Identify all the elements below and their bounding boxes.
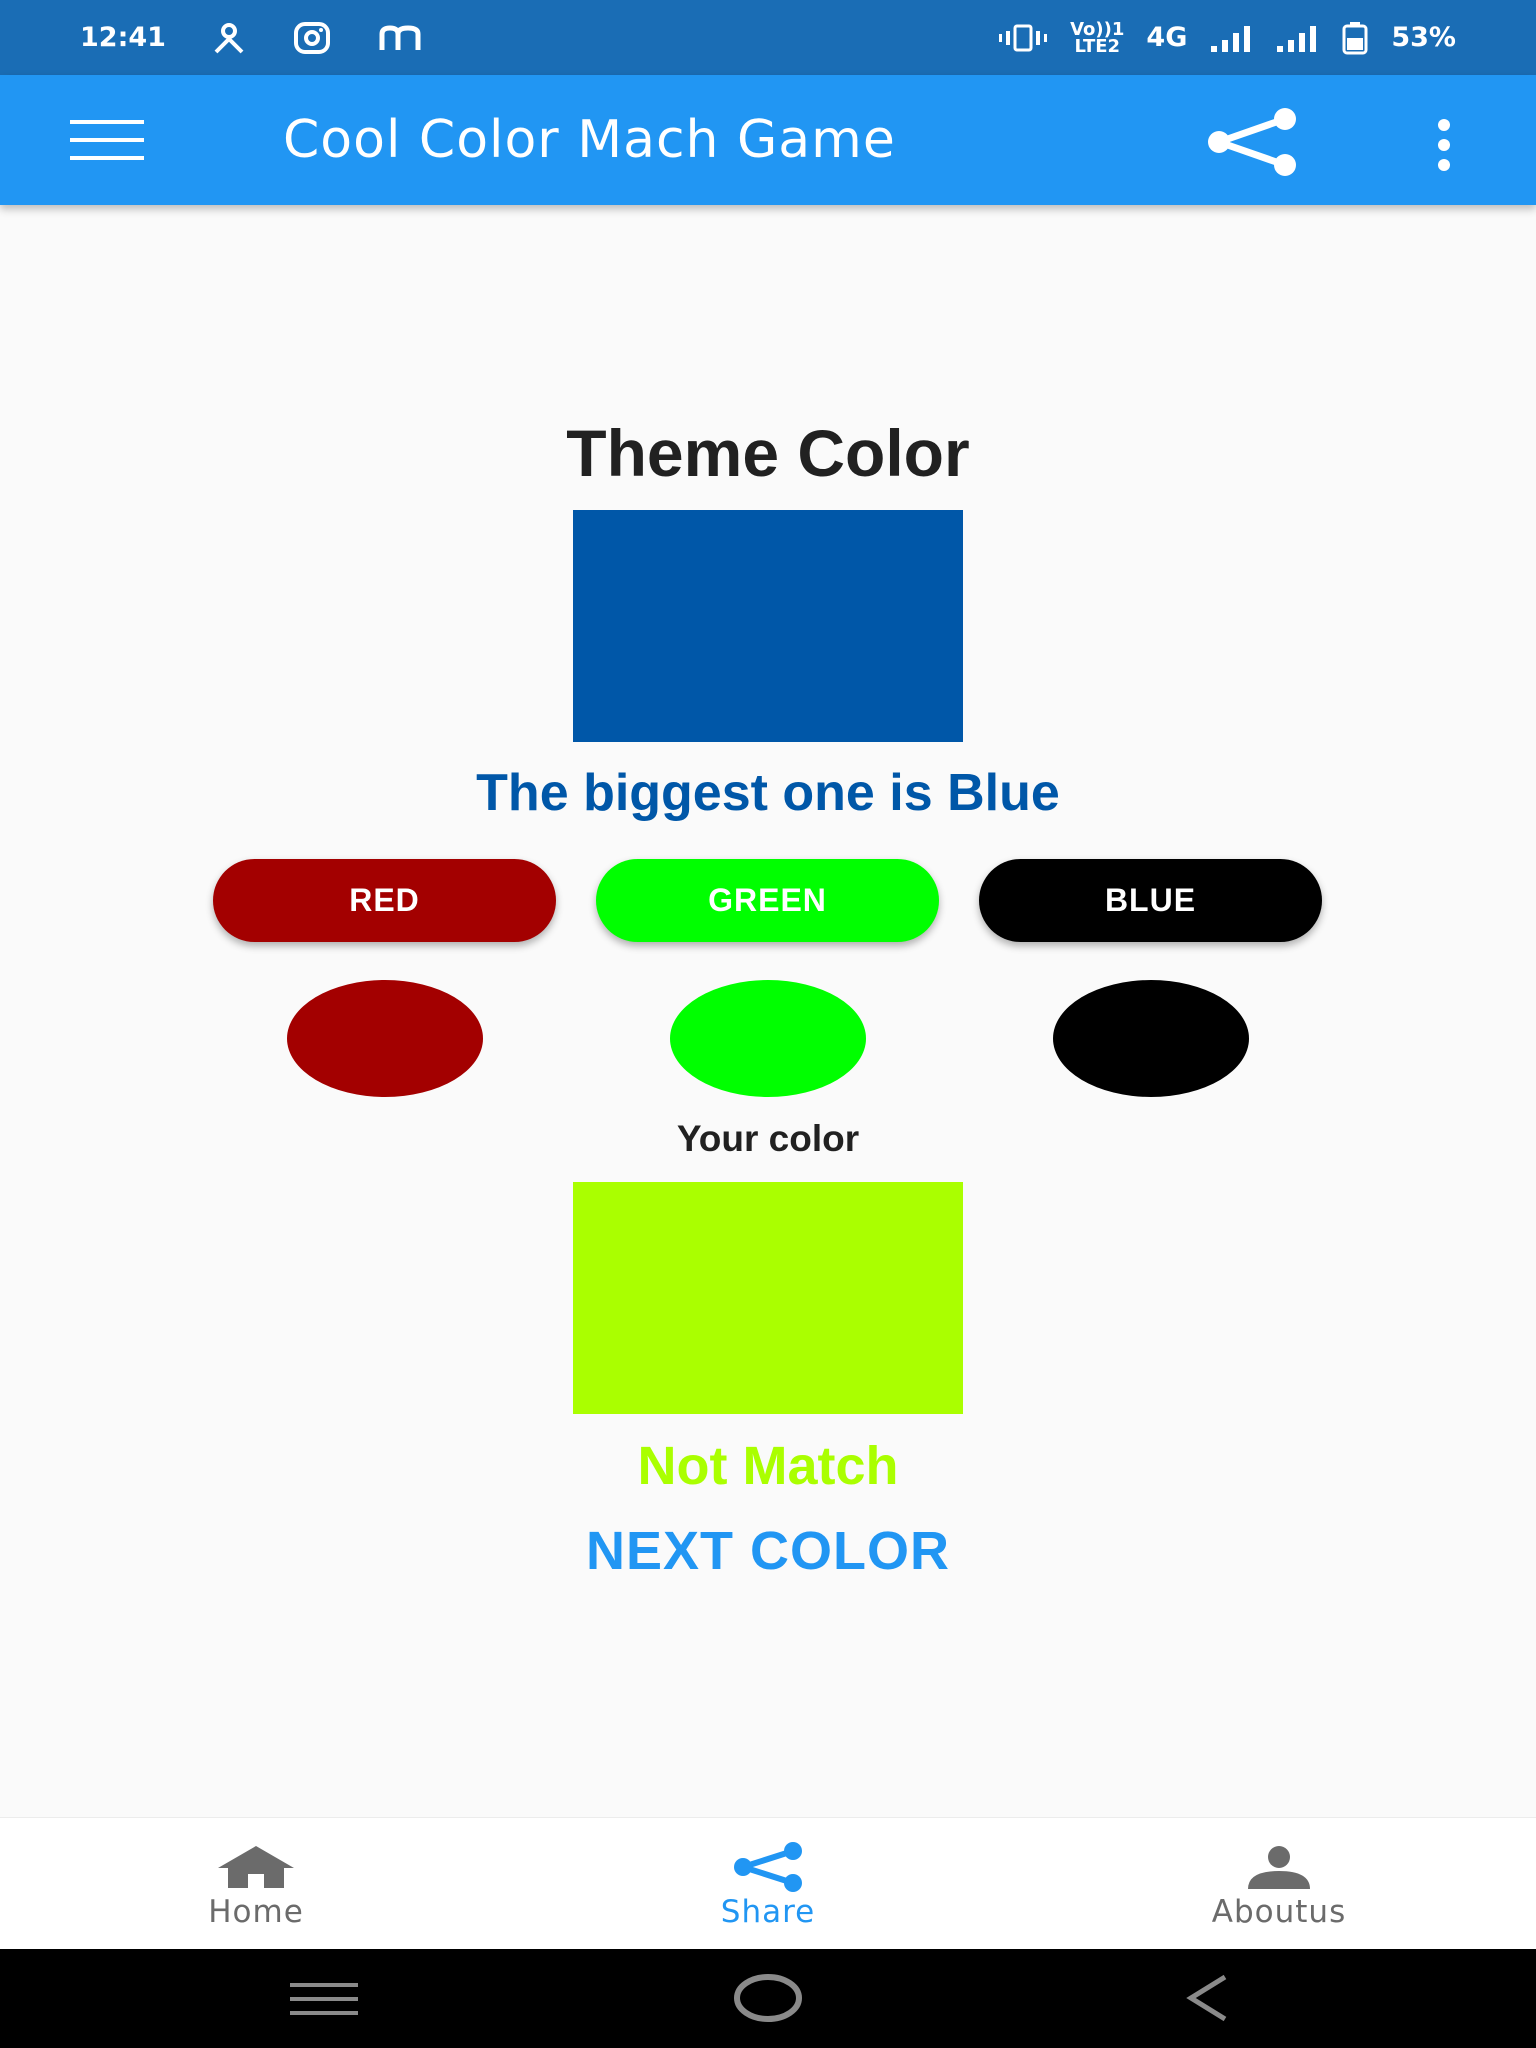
- status-right: Vo))1 LTE2 4G 53%: [998, 0, 1456, 75]
- green-color-dot: [670, 980, 866, 1097]
- match-result-text: Not Match: [637, 1436, 899, 1496]
- next-color-button[interactable]: NEXT COLOR: [500, 1513, 1036, 1589]
- share-icon: [734, 1842, 802, 1892]
- back-icon: [1186, 1974, 1227, 2022]
- game-content: Theme Color The biggest one is Blue RED …: [0, 205, 1536, 1817]
- more-options-button[interactable]: [1424, 115, 1464, 175]
- green-button[interactable]: GREEN: [596, 859, 939, 942]
- battery-icon: [1341, 21, 1369, 55]
- your-color-swatch: [573, 1182, 963, 1414]
- black-color-dot: [1053, 980, 1249, 1097]
- volte-line2: LTE2: [1074, 35, 1121, 57]
- red-button[interactable]: RED: [213, 859, 556, 942]
- status-bar: 12:41 Vo))1 LTE2 4G 53%: [0, 0, 1536, 75]
- signal-icon-2: [1275, 24, 1319, 52]
- menu-icon: [70, 120, 144, 124]
- system-navigation-bar: [0, 1949, 1536, 2048]
- recents-button[interactable]: [288, 1979, 360, 2024]
- home-icon: [218, 1846, 294, 1888]
- back-button[interactable]: [1185, 1973, 1231, 2028]
- network-type: 4G: [1146, 22, 1188, 53]
- instagram-icon: [292, 21, 332, 54]
- person-status-icon: [212, 22, 246, 54]
- home-circle-icon: [734, 1974, 802, 2022]
- recents-icon: [290, 1983, 358, 2015]
- more-vert-icon: [1438, 119, 1450, 171]
- signal-icon-1: [1209, 24, 1253, 52]
- nav-label-share: Share: [720, 1894, 816, 1930]
- share-button[interactable]: [1205, 107, 1301, 177]
- person-icon: [1248, 1846, 1310, 1889]
- vibrate-icon: [998, 23, 1048, 53]
- app-title: Cool Color Mach Game: [283, 110, 896, 170]
- m-app-icon: [378, 24, 424, 52]
- menu-button[interactable]: [70, 120, 146, 160]
- status-left: 12:41: [80, 0, 424, 75]
- nav-label-home: Home: [208, 1894, 304, 1930]
- nav-item-aboutus[interactable]: Aboutus: [1129, 1818, 1429, 1950]
- theme-color-swatch: [573, 510, 963, 742]
- blue-button[interactable]: BLUE: [979, 859, 1322, 942]
- battery-percent: 53%: [1391, 22, 1456, 53]
- red-color-dot: [287, 980, 483, 1097]
- nav-label-aboutus: Aboutus: [1211, 1894, 1347, 1930]
- your-color-label: Your color: [676, 1118, 860, 1159]
- status-time: 12:41: [80, 22, 166, 53]
- nav-item-home[interactable]: Home: [106, 1818, 406, 1950]
- bottom-navigation: Home Share Aboutus: [0, 1817, 1536, 1950]
- volte-indicator: Vo))1 LTE2: [1070, 20, 1124, 57]
- app-bar: Cool Color Mach Game: [0, 75, 1536, 205]
- hint-text: The biggest one is Blue: [476, 764, 1060, 822]
- nav-item-share[interactable]: Share: [618, 1818, 918, 1950]
- share-icon: [1208, 108, 1296, 176]
- theme-color-title: Theme Color: [566, 416, 970, 490]
- system-home-button[interactable]: [733, 1973, 803, 2028]
